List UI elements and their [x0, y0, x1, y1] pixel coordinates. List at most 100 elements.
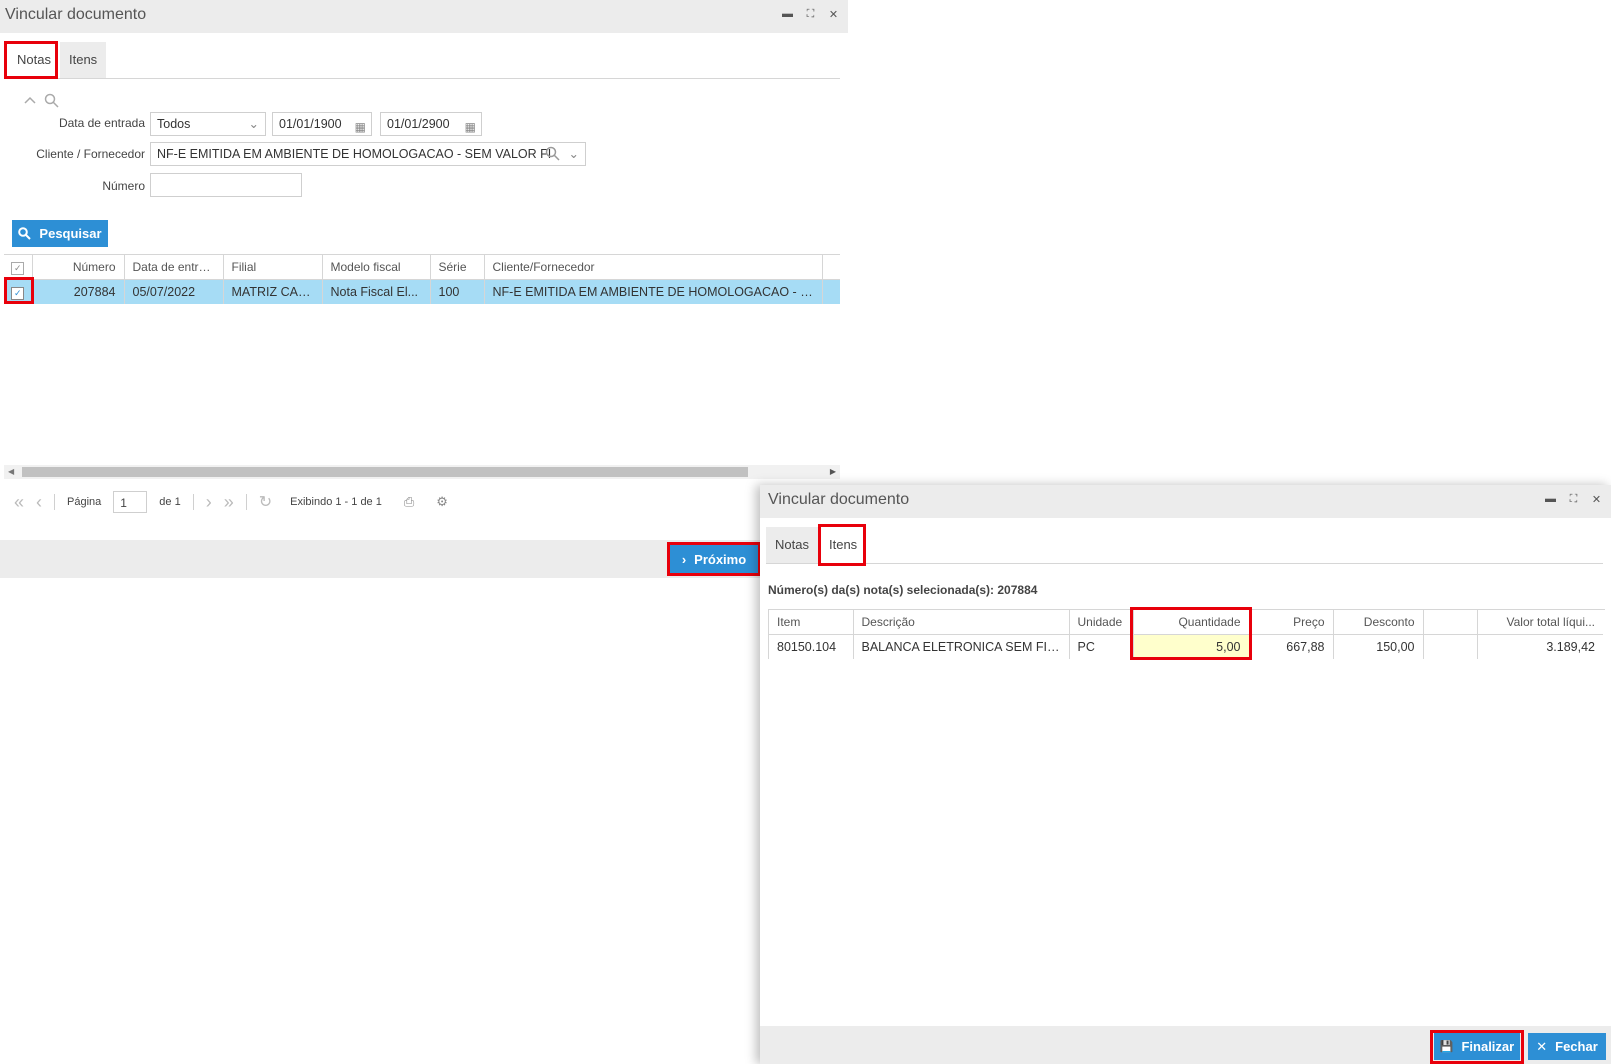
notas-grid: ✓ Número Data de entra... Filial Modelo …	[4, 254, 840, 469]
cell-item: 80150.104	[769, 634, 854, 659]
horizontal-scrollbar[interactable]: ◀ ▶	[4, 465, 840, 479]
periodo-select[interactable]: Todos ⌄	[150, 112, 266, 136]
maximize-icon[interactable]: ⛶	[804, 8, 817, 21]
vincular-documento-window-itens: Vincular documento ▬ ⛶ ✕ Notas Itens Núm…	[760, 485, 1611, 1064]
cliente-fornecedor-value: NF-E EMITIDA EM AMBIENTE DE HOMOLOGACAO …	[157, 147, 552, 161]
fechar-button[interactable]: ✕ Fechar	[1528, 1033, 1606, 1060]
chevron-down-icon: ⌄	[248, 117, 259, 131]
col-preco[interactable]: Preço	[1249, 610, 1334, 635]
tab-itens[interactable]: Itens	[820, 527, 866, 563]
prev-page-icon[interactable]: ‹	[36, 492, 42, 513]
numero-input[interactable]	[150, 173, 302, 197]
finalizar-button[interactable]: 💾 Finalizar	[1434, 1033, 1520, 1060]
proximo-button[interactable]: › Próximo	[670, 545, 758, 573]
cell-desconto: 150,00	[1333, 634, 1424, 659]
maximize-icon[interactable]: ⛶	[1567, 493, 1580, 506]
cell-unidade: PC	[1069, 634, 1134, 659]
col-numero[interactable]: Número	[32, 255, 125, 280]
col-item[interactable]: Item	[769, 610, 854, 635]
date-from-value: 01/01/1900	[279, 117, 342, 131]
pager-separator	[245, 494, 247, 510]
col-filial[interactable]: Filial	[223, 255, 323, 280]
search-icon[interactable]	[44, 93, 60, 109]
scroll-right-icon[interactable]: ▶	[830, 465, 836, 479]
col-data-entrada[interactable]: Data de entra...	[124, 255, 224, 280]
search-icon[interactable]	[545, 146, 561, 162]
itens-grid: Item Descrição Unidade Quantidade Preço …	[768, 609, 1605, 659]
vincular-documento-window-notas: Vincular documento ▬ ⛶ ✕ Notas Itens Dat…	[0, 0, 848, 578]
collapse-chevron-icon[interactable]	[24, 95, 36, 105]
calendar-icon[interactable]: ▦	[465, 116, 476, 135]
chevron-down-icon[interactable]: ⌄	[569, 143, 579, 165]
fechar-label: Fechar	[1555, 1039, 1598, 1054]
minimize-icon[interactable]: ▬	[781, 8, 794, 21]
last-page-icon[interactable]: »	[224, 492, 234, 513]
calendar-icon[interactable]: ▦	[355, 116, 366, 135]
print-icon[interactable]: ⎙	[404, 494, 414, 510]
data-entrada-label: Data de entrada	[58, 116, 145, 130]
table-row[interactable]: 80150.104 BALANCA ELETRONICA SEM FIO ...…	[769, 634, 1603, 659]
window-titlebar[interactable]: Vincular documento ▬ ⛶ ✕	[760, 485, 1611, 518]
row-checkbox[interactable]: ✓	[4, 279, 33, 304]
grid-header-row: ✓ Número Data de entra... Filial Modelo …	[4, 255, 840, 280]
col-serie[interactable]: Série	[430, 255, 485, 280]
tab-bar: Notas Itens	[766, 527, 1603, 564]
window-titlebar[interactable]: Vincular documento ▬ ⛶ ✕	[0, 0, 848, 33]
pager-separator	[192, 494, 194, 510]
close-icon: ✕	[1536, 1038, 1548, 1054]
col-filler	[822, 255, 840, 280]
pesquisar-button[interactable]: Pesquisar	[12, 220, 108, 247]
grid-header-row: Item Descrição Unidade Quantidade Preço …	[769, 610, 1603, 635]
cell-descricao: BALANCA ELETRONICA SEM FIO ...	[853, 634, 1070, 659]
periodo-value: Todos	[157, 117, 191, 131]
col-modelo-fiscal[interactable]: Modelo fiscal	[322, 255, 431, 280]
finalizar-label: Finalizar	[1461, 1039, 1515, 1054]
col-unidade[interactable]: Unidade	[1069, 610, 1134, 635]
scroll-left-icon[interactable]: ◀	[8, 465, 14, 479]
date-from-field[interactable]: 01/01/1900 ▦	[272, 112, 372, 136]
col-descricao[interactable]: Descrição	[853, 610, 1070, 635]
select-all-checkbox[interactable]: ✓	[4, 255, 33, 280]
cell-preco: 667,88	[1249, 634, 1334, 659]
cell-filler	[822, 280, 840, 305]
settings-gears-icon[interactable]: ⚙	[436, 494, 448, 510]
refresh-icon[interactable]: ↻	[259, 492, 272, 512]
showing-count: Exibindo 1 - 1 de 1	[290, 496, 382, 508]
col-blank[interactable]	[1423, 610, 1478, 635]
tab-itens[interactable]: Itens	[60, 42, 107, 78]
date-to-field[interactable]: 01/01/2900 ▦	[380, 112, 482, 136]
table-row[interactable]: ✓ 207884 05/07/2022 MATRIZ CAX... Nota F…	[4, 279, 840, 305]
cell-numero: 207884	[32, 279, 125, 304]
close-icon[interactable]: ✕	[827, 8, 840, 21]
proximo-label: Próximo	[694, 551, 747, 567]
pagination-bar: « ‹ Página 1 de 1 › » ↻ Exibindo 1 - 1 d…	[14, 490, 448, 514]
save-icon: 💾	[1439, 1041, 1454, 1053]
tab-bar: Notas Itens	[4, 42, 840, 79]
cliente-fornecedor-field[interactable]: NF-E EMITIDA EM AMBIENTE DE HOMOLOGACAO …	[150, 142, 586, 166]
minimize-icon[interactable]: ▬	[1544, 493, 1557, 506]
page-of-label: de 1	[159, 496, 181, 508]
cell-filial: MATRIZ CAX...	[223, 279, 323, 304]
close-icon[interactable]: ✕	[1590, 493, 1603, 506]
page-number-input[interactable]: 1	[113, 491, 148, 513]
cell-blank	[1423, 634, 1478, 659]
cell-modelo-fiscal: Nota Fiscal El...	[322, 279, 431, 304]
scrollbar-thumb[interactable]	[22, 467, 748, 477]
first-page-icon[interactable]: «	[14, 492, 24, 513]
selected-notes-label: Número(s) da(s) nota(s) selecionada(s): …	[768, 583, 1038, 597]
col-valor-total-liquido[interactable]: Valor total líqui...	[1477, 610, 1603, 635]
window-title: Vincular documento	[5, 6, 147, 23]
next-page-icon[interactable]: ›	[206, 492, 212, 513]
cell-serie: 100	[430, 279, 485, 304]
col-desconto[interactable]: Desconto	[1333, 610, 1424, 635]
page-label: Página	[67, 496, 102, 508]
tab-notas[interactable]: Notas	[766, 527, 818, 563]
pager-separator	[54, 494, 56, 510]
date-to-value: 01/01/2900	[387, 117, 450, 131]
cell-quantidade[interactable]: 5,00	[1133, 634, 1250, 659]
col-quantidade[interactable]: Quantidade	[1133, 610, 1250, 635]
tab-notas[interactable]: Notas	[8, 42, 60, 78]
col-cliente-fornecedor[interactable]: Cliente/Fornecedor	[484, 255, 823, 280]
chevron-right-icon: ›	[681, 551, 687, 567]
numero-label: Número	[102, 179, 145, 193]
